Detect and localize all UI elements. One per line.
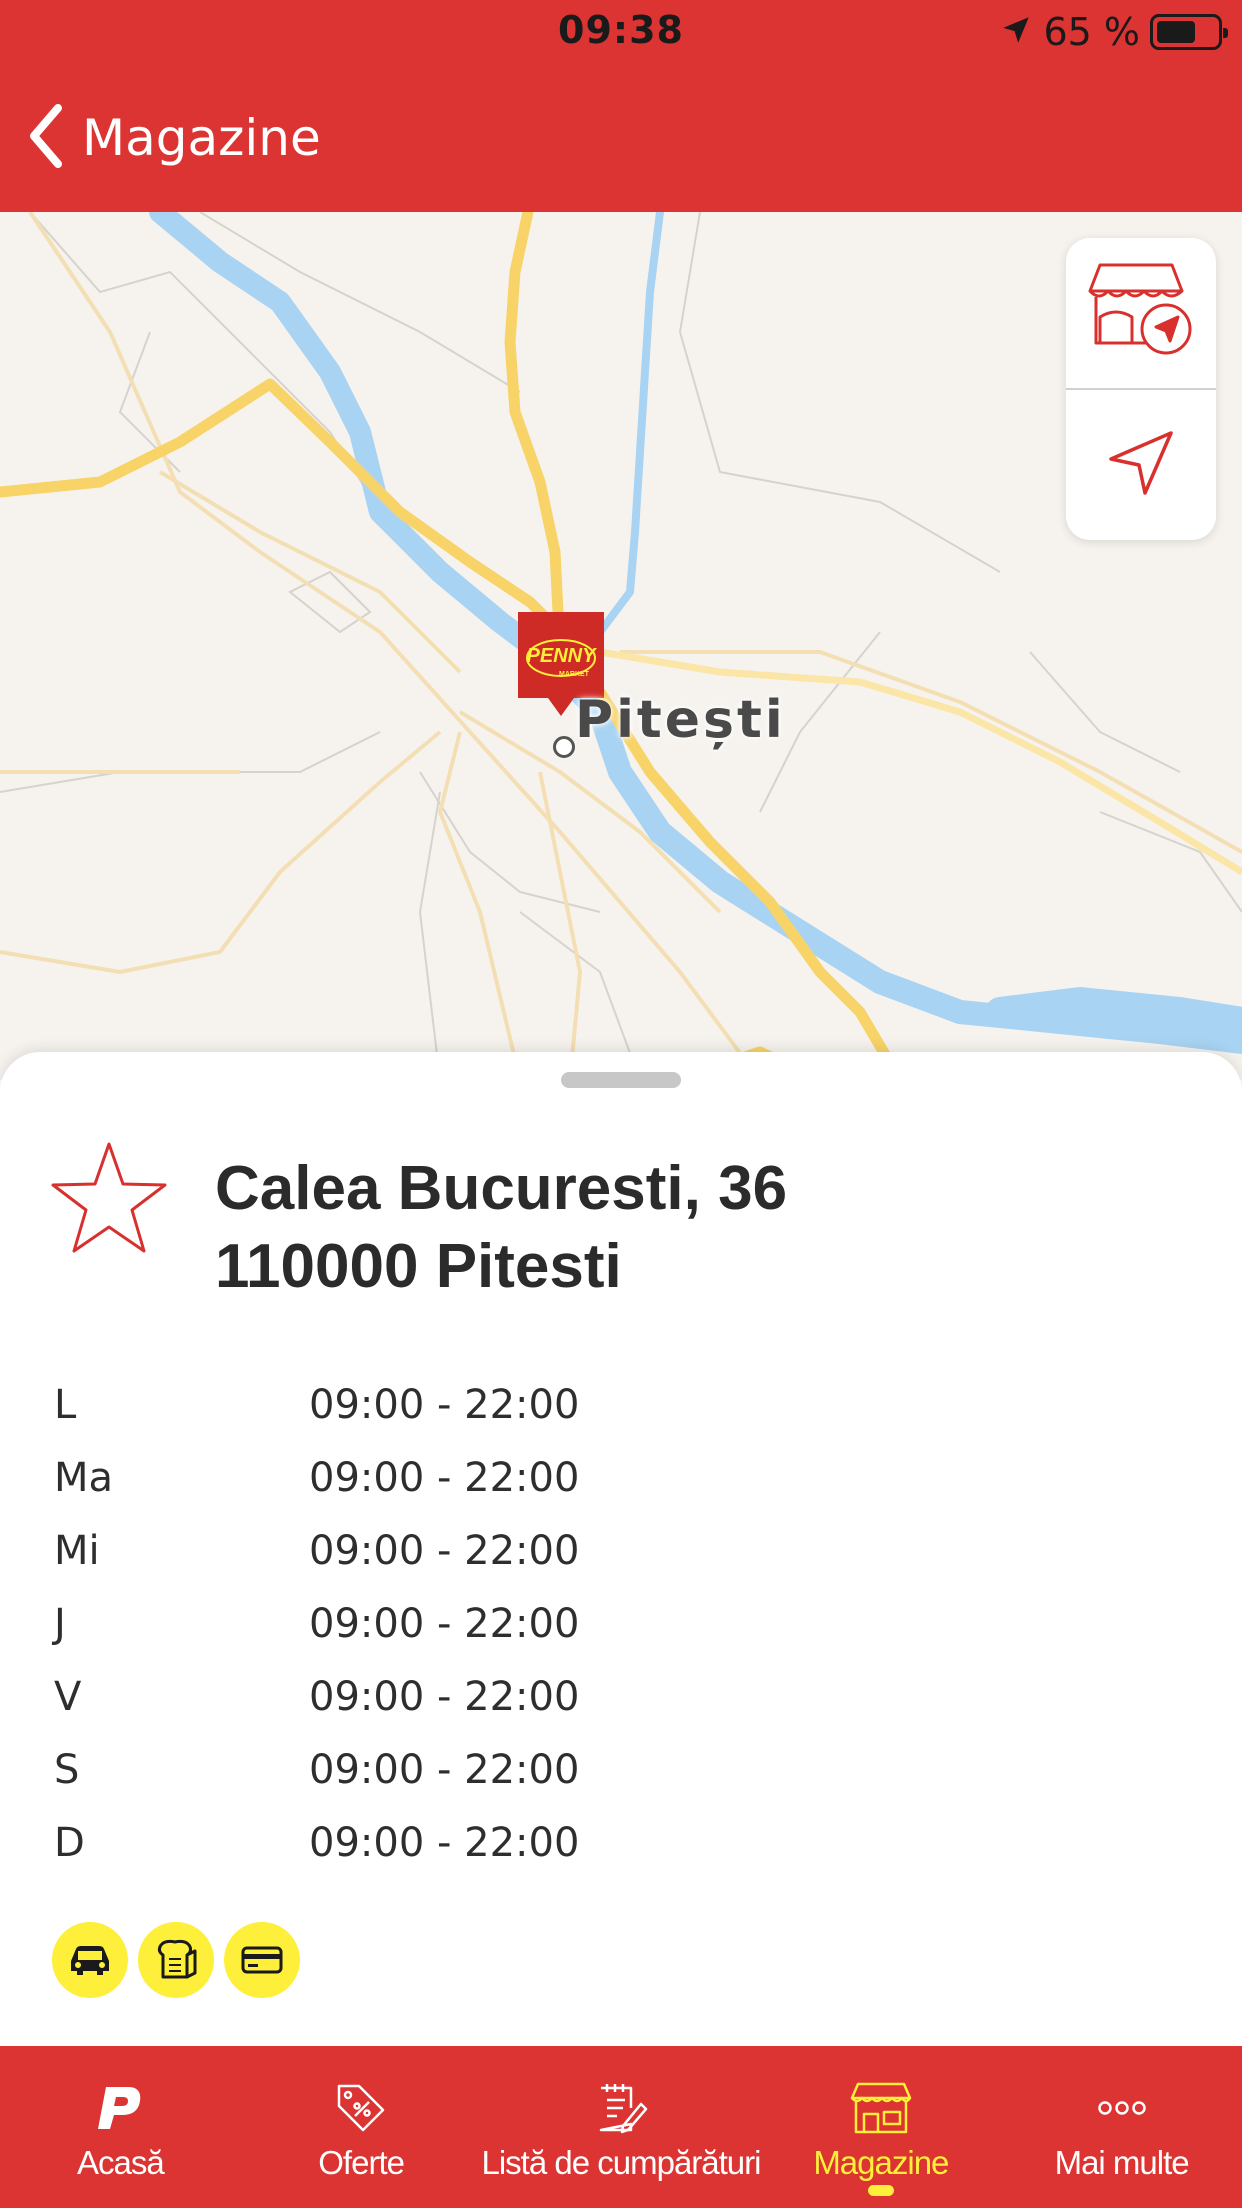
hours-time: 09:00 - 22:00 — [309, 1381, 580, 1428]
hours-row: Ma 09:00 - 22:00 — [54, 1441, 754, 1514]
hours-row: L 09:00 - 22:00 — [54, 1368, 754, 1441]
back-label: Magazine — [82, 109, 321, 167]
hours-day: Mi — [54, 1527, 100, 1574]
sheet-drag-handle[interactable] — [561, 1072, 681, 1088]
hours-time: 09:00 - 22:00 — [309, 1673, 580, 1720]
hours-row: J 09:00 - 22:00 — [54, 1587, 754, 1660]
chevron-left-icon — [26, 104, 66, 172]
hours-day: D — [54, 1819, 85, 1866]
pin-brand-text: PENNY — [527, 645, 598, 667]
map-controls — [1066, 238, 1216, 540]
store-icon — [848, 2080, 914, 2136]
city-label: Pitești — [575, 690, 786, 750]
hours-day: J — [54, 1600, 66, 1647]
opening-hours: L 09:00 - 22:00 Ma 09:00 - 22:00 Mi 09:00 -… — [54, 1368, 754, 1879]
shopping-list-icon — [593, 2080, 649, 2136]
navigation-arrow-icon — [1105, 427, 1177, 503]
map-view[interactable]: PENNY MARKET Pitești — [0, 212, 1242, 1080]
hours-day: S — [54, 1746, 80, 1793]
more-dots-icon — [1096, 2080, 1148, 2136]
status-bar: 09:38 65 % — [0, 0, 1242, 66]
hours-row: Mi 09:00 - 22:00 — [54, 1514, 754, 1587]
battery-icon — [1150, 14, 1228, 50]
hours-day: Ma — [54, 1454, 114, 1501]
store-locate-icon — [1086, 261, 1196, 365]
tab-label: Mai multe — [1054, 2144, 1190, 2181]
hours-time: 09:00 - 22:00 — [309, 1746, 580, 1793]
hours-row: V 09:00 - 22:00 — [54, 1660, 754, 1733]
hours-time: 09:00 - 22:00 — [309, 1600, 580, 1647]
store-features — [52, 1922, 300, 1998]
hours-row: D 09:00 - 22:00 — [54, 1806, 754, 1879]
battery-fill — [1157, 21, 1195, 43]
tab-more[interactable]: Mai multe — [1001, 2046, 1242, 2208]
battery-tip — [1223, 28, 1228, 38]
tab-home[interactable]: Acasă — [0, 2046, 241, 2208]
tab-label: Listă de cumpărături — [481, 2144, 762, 2181]
location-arrow-icon — [999, 13, 1033, 51]
tab-label: Acasă — [77, 2144, 165, 2181]
city-marker — [553, 736, 575, 758]
nav-bar: Magazine — [0, 66, 1242, 212]
battery-percent: 65 % — [1043, 10, 1140, 54]
address-line2: 110000 Pitesti — [215, 1232, 622, 1301]
hours-day: V — [54, 1673, 82, 1720]
bakery-bread-icon — [138, 1922, 214, 1998]
tag-percent-icon — [333, 2080, 389, 2136]
tab-shopping-list[interactable]: Listă de cumpărături — [482, 2046, 761, 2208]
pin-sub-text: MARKET — [559, 671, 590, 678]
hours-row: S 09:00 - 22:00 — [54, 1733, 754, 1806]
hours-time: 09:00 - 22:00 — [309, 1819, 580, 1866]
favorite-star-button[interactable] — [48, 1138, 170, 1260]
card-payment-icon — [224, 1922, 300, 1998]
store-detail-sheet: Calea Bucuresti, 36 110000 Pitesti L 09:0… — [0, 1052, 1242, 2046]
tab-label: Magazine — [813, 2144, 949, 2181]
status-right: 65 % — [999, 10, 1228, 54]
hours-time: 09:00 - 22:00 — [309, 1454, 580, 1501]
parking-car-icon — [52, 1922, 128, 1998]
tab-label: Oferte — [318, 2144, 405, 2181]
map-background — [0, 212, 1242, 1080]
tab-bar: Acasă Oferte Listă de cumpărături Magazi… — [0, 2046, 1242, 2208]
my-location-button[interactable] — [1066, 390, 1216, 540]
tab-offers[interactable]: Oferte — [241, 2046, 482, 2208]
nearest-store-button[interactable] — [1066, 238, 1216, 388]
active-tab-indicator — [867, 2185, 894, 2196]
address-line1: Calea Bucuresti, 36 — [215, 1154, 788, 1223]
tab-stores[interactable]: Magazine — [760, 2046, 1001, 2208]
back-button[interactable]: Magazine — [26, 100, 321, 176]
hours-time: 09:00 - 22:00 — [309, 1527, 580, 1574]
penny-p-icon — [94, 2080, 146, 2136]
store-address: Calea Bucuresti, 36 110000 Pitesti — [215, 1150, 787, 1306]
star-outline-icon — [51, 1142, 167, 1253]
hours-day: L — [54, 1381, 77, 1428]
